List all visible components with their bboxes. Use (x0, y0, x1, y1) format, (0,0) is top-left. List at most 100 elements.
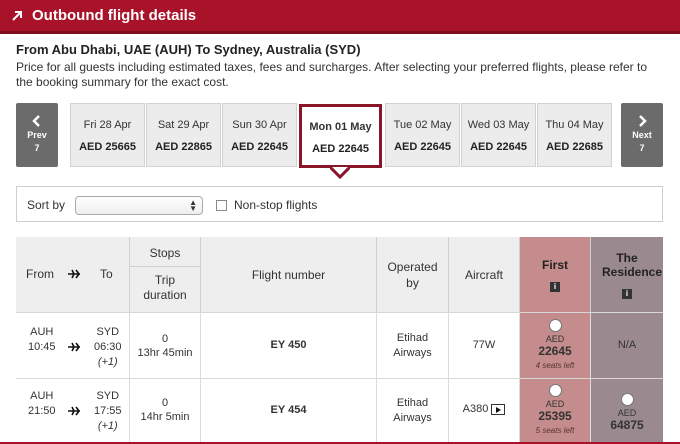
header-from-to: From To (16, 237, 130, 312)
aircraft: A380 (462, 403, 489, 415)
date-label: Tue 02 May (393, 119, 452, 131)
sort-bar: Sort by ▲ ▼ Non-stop flights (16, 186, 663, 222)
arrive-info: SYD 06:30 (+1) (94, 325, 122, 370)
cell-times: AUH 10:45 SYD 06:30 (+1) (16, 313, 130, 378)
first-fare-radio[interactable] (548, 319, 562, 332)
date-tile-thu-04-may[interactable]: Thu 04 May AED 22685 (537, 103, 612, 167)
from-code: AUH (30, 390, 54, 402)
plane-icon (68, 342, 80, 352)
seats-left: 4 seats left (535, 361, 575, 370)
info-icon[interactable]: i (622, 288, 632, 299)
info-icon[interactable]: i (550, 281, 560, 292)
play-icon[interactable] (491, 403, 506, 415)
flight-results-table: From To Stops Trip duration Flight numbe… (16, 237, 663, 444)
nonstop-label[interactable]: Non-stop flights (234, 198, 317, 212)
date-label: Mon 01 May (309, 121, 372, 133)
fare-price: 64875 (610, 418, 644, 432)
first-fare-radio[interactable] (548, 384, 562, 397)
nonstop-checkbox[interactable] (216, 200, 227, 211)
header-stops-duration: Stops Trip duration (130, 237, 201, 312)
date-tile-wed-03-may[interactable]: Wed 03 May AED 22645 (461, 103, 536, 167)
selected-date-pointer (330, 167, 350, 179)
next-count: 7 (639, 143, 645, 153)
date-tile-sun-30-apr[interactable]: Sun 30 Apr AED 22645 (222, 103, 297, 167)
plane-icon (68, 406, 80, 416)
depart-info: AUH 10:45 (28, 325, 56, 355)
cell-times: AUH 21:50 SYD 17:55 (+1) (16, 379, 130, 444)
date-price: AED 22645 (312, 143, 369, 155)
route-title: From Abu Dhabi, UAE (AUH) To Sydney, Aus… (16, 42, 361, 57)
date-tile-mon-01-may-selected[interactable]: Mon 01 May AED 22645 (299, 104, 382, 168)
header-first: First (541, 257, 568, 272)
duration-value: 14hr 5min (140, 411, 190, 423)
date-label: Sat 29 Apr (157, 119, 210, 131)
prev-count: 7 (34, 143, 40, 153)
residence-fare-option[interactable]: AED 64875 (591, 379, 663, 444)
seats-left: 5 seats left (535, 426, 575, 435)
stops-value: 0 (161, 333, 169, 345)
next-label: Next (632, 130, 652, 140)
depart-info: AUH 21:50 (28, 389, 56, 419)
date-price: AED 22645 (394, 141, 451, 153)
header-operated-by: Operated by (377, 237, 449, 312)
first-fare-option[interactable]: AED 25395 5 seats left (520, 379, 591, 444)
date-label: Sun 30 Apr (232, 119, 287, 131)
date-tile-sat-29-apr[interactable]: Sat 29 Apr AED 22865 (146, 103, 221, 167)
fare-currency: AED (545, 334, 565, 344)
to-code: SYD (96, 390, 120, 402)
aircraft: 77W (449, 313, 520, 378)
from-code: AUH (30, 326, 54, 338)
table-row[interactable]: AUH 21:50 SYD 17:55 (+1) 0 14hr 5min EY … (16, 379, 663, 444)
fare-price: 25395 (538, 409, 572, 423)
arrive-info: SYD 17:55 (+1) (94, 389, 122, 434)
select-arrows-icon: ▲ ▼ (189, 198, 197, 213)
price-info-text: Price for all guests including estimated… (16, 60, 647, 89)
stops-value: 0 (161, 397, 169, 409)
next-dates-button[interactable]: Next 7 (621, 103, 663, 167)
date-label: Fri 28 Apr (83, 119, 132, 131)
header-the-residence: The Residence i (591, 237, 663, 312)
to-code: SYD (96, 326, 120, 338)
date-price: AED 22865 (155, 141, 212, 153)
section-header[interactable]: Outbound flight details (0, 0, 680, 34)
header-first-class: First i (520, 237, 591, 312)
date-price: AED 22685 (546, 141, 603, 153)
expand-arrow-icon (12, 10, 22, 21)
header-stops: Stops (130, 246, 200, 267)
flight-number: EY 450 (201, 313, 377, 378)
date-tile-tue-02-may[interactable]: Tue 02 May AED 22645 (385, 103, 460, 167)
from-time: 21:50 (28, 405, 56, 417)
date-price: AED 22645 (231, 141, 288, 153)
operator: Etihad Airways (377, 313, 449, 378)
from-time: 10:45 (28, 341, 56, 353)
header-duration: Trip duration (143, 273, 187, 302)
fare-currency: AED (617, 408, 637, 418)
duration-value: 13hr 45min (137, 347, 193, 359)
residence-fare: N/A (591, 313, 663, 378)
date-label: Wed 03 May (467, 119, 530, 131)
flight-number: EY 454 (201, 379, 377, 444)
day-offset: (+1) (97, 356, 118, 368)
to-time: 17:55 (94, 405, 122, 417)
cell-stops-duration: 0 13hr 45min (130, 313, 201, 378)
header-from: From (26, 267, 54, 281)
fare-currency: AED (545, 399, 565, 409)
to-time: 06:30 (94, 341, 122, 353)
fare-price: 22645 (538, 344, 572, 358)
prev-dates-button[interactable]: Prev 7 (16, 103, 58, 167)
first-fare-option[interactable]: AED 22645 4 seats left (520, 313, 591, 378)
operator: Etihad Airways (377, 379, 449, 444)
header-aircraft: Aircraft (449, 237, 520, 312)
aircraft-cell: A380 (449, 379, 520, 444)
plane-icon (68, 269, 80, 279)
residence-fare-radio[interactable] (620, 393, 634, 406)
header-to: To (100, 267, 113, 281)
chevron-right-icon (639, 115, 647, 127)
header-flight-number: Flight number (201, 237, 377, 312)
date-price: AED 22645 (470, 141, 527, 153)
table-row[interactable]: AUH 10:45 SYD 06:30 (+1) 0 13hr 45min EY… (16, 312, 663, 379)
sort-label: Sort by (27, 198, 66, 212)
date-label: Thu 04 May (545, 119, 604, 131)
sort-select[interactable]: ▲ ▼ (75, 196, 203, 215)
date-tile-fri-28-apr[interactable]: Fri 28 Apr AED 25665 (70, 103, 145, 167)
